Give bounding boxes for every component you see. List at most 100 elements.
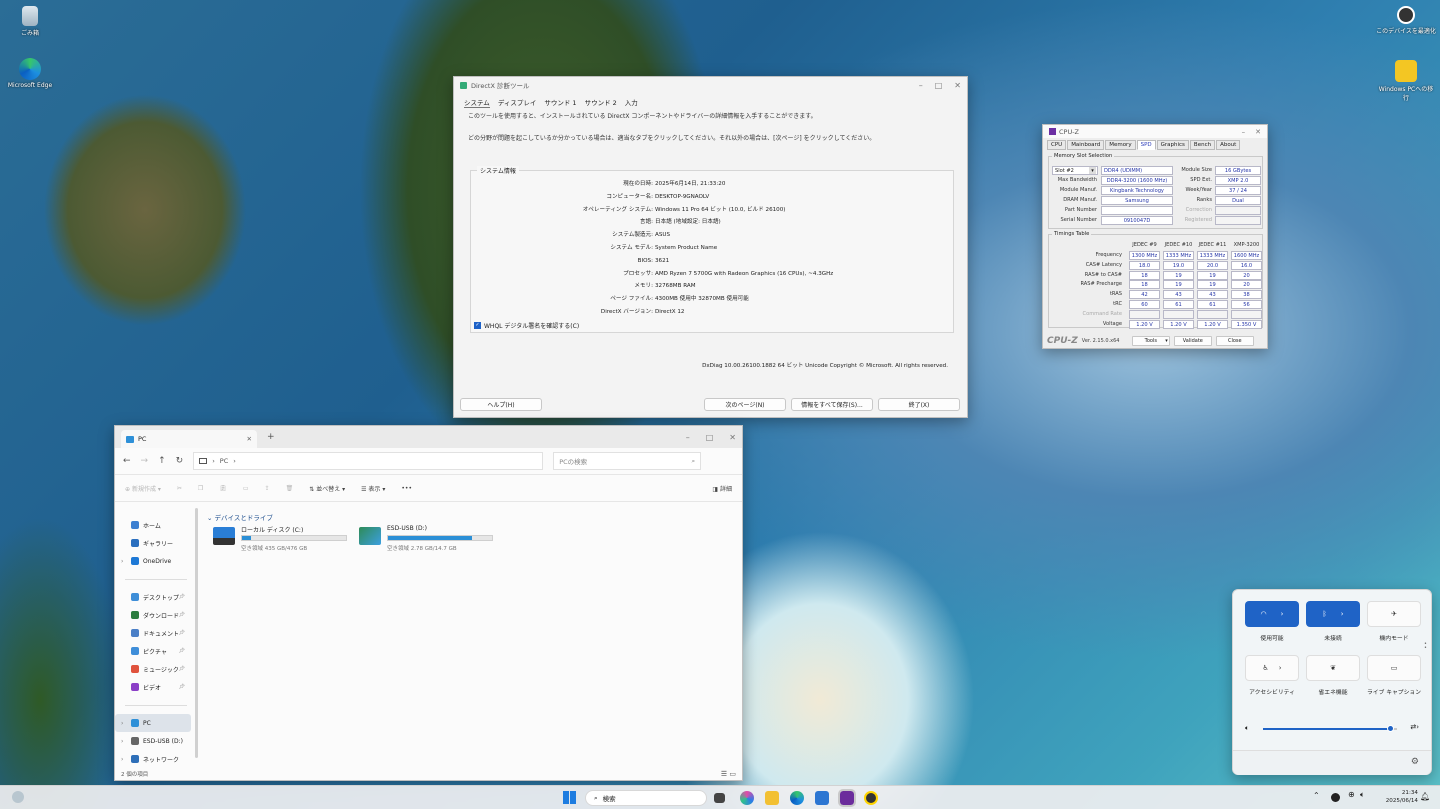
chevron-right-icon[interactable]: › xyxy=(121,720,123,727)
minimize-icon[interactable]: – xyxy=(686,433,690,442)
audio-output-icon[interactable]: ⇄› xyxy=(1410,723,1419,731)
chevron-right-icon[interactable]: › xyxy=(121,756,123,763)
view-button[interactable]: ☰ 表示 ▾ xyxy=(361,484,385,493)
tab-input[interactable]: 入力 xyxy=(625,97,638,108)
widgets-icon[interactable] xyxy=(12,791,24,803)
cpuz-taskbar-icon[interactable] xyxy=(838,789,856,807)
forward-icon[interactable]: → xyxy=(141,456,149,466)
chevron-right-icon[interactable]: › xyxy=(1281,610,1284,618)
chevron-right-icon[interactable]: › xyxy=(1279,664,1282,672)
close-button[interactable]: Close xyxy=(1215,336,1254,346)
chevron-right-icon[interactable]: › xyxy=(1341,610,1344,618)
copilot-icon[interactable] xyxy=(740,791,754,805)
live-caption-toggle[interactable]: ▭ xyxy=(1367,655,1421,681)
sidebar-item[interactable]: ホーム xyxy=(115,516,191,534)
new-button[interactable]: ⊕ 新規作成 ▾ xyxy=(125,484,161,493)
sidebar-item[interactable]: ミュージック 📌︎ xyxy=(115,660,191,678)
pin-icon[interactable]: 📌︎ xyxy=(179,594,185,600)
close-icon[interactable]: ✕ xyxy=(729,433,736,442)
slot-select[interactable]: Slot #2 ▾ xyxy=(1052,166,1098,175)
volume-slider[interactable] xyxy=(1263,725,1397,732)
chevron-right-icon[interactable]: › xyxy=(121,738,123,745)
network-icon[interactable]: ⊕ xyxy=(1348,790,1355,799)
tab-sound1[interactable]: サウンド 1 xyxy=(544,97,576,108)
cut-icon[interactable]: ✂ xyxy=(177,485,182,492)
tab-system[interactable]: システム xyxy=(464,97,490,108)
desktop-icon-migration[interactable]: Windows PCへの移行 xyxy=(1376,60,1436,102)
sidebar-item[interactable]: ギャラリー xyxy=(115,534,191,552)
sidebar-item[interactable]: › PC xyxy=(115,714,191,732)
back-icon[interactable]: ← xyxy=(123,456,131,466)
gear-icon[interactable]: ⚙ xyxy=(1411,757,1419,767)
devices-section-header[interactable]: ⌄ デバイスとドライブ xyxy=(207,512,273,522)
help-button[interactable]: ヘルプ(H) xyxy=(460,398,542,411)
desktop-icon-device[interactable]: このデバイスを最適化 xyxy=(1376,6,1436,35)
next-page-button[interactable]: 次のページ(N) xyxy=(704,398,786,411)
drive-tile[interactable]: ローカル ディスク (C:) 空き領域 435 GB/476 GB xyxy=(213,525,353,555)
pin-icon[interactable]: 📌︎ xyxy=(179,684,185,690)
security-icon[interactable] xyxy=(1331,793,1340,802)
bluetooth-toggle[interactable]: ᛒ › xyxy=(1306,601,1360,627)
store-icon[interactable] xyxy=(815,791,829,805)
sort-button[interactable]: ⇅ 並べ替え ▾ xyxy=(309,484,345,493)
save-all-button[interactable]: 情報をすべて保存(S)... xyxy=(791,398,873,411)
minimize-icon[interactable]: – xyxy=(1242,128,1246,136)
chevron-up-icon[interactable]: ⌃ xyxy=(1313,791,1320,800)
file-explorer-icon[interactable] xyxy=(765,791,779,805)
drive-tile[interactable]: ESD-USB (D:) 空き領域 2.78 GB/14.7 GB xyxy=(359,525,499,555)
paste-icon[interactable]: 📋︎ xyxy=(219,485,227,492)
view-toggle[interactable]: ☰ ▭ xyxy=(721,770,736,778)
list-view-icon[interactable]: ☰ xyxy=(721,770,727,778)
desktop-icon-recycle-bin[interactable]: ごみ箱 xyxy=(0,6,60,37)
sidebar-item[interactable]: › ネットワーク xyxy=(115,750,191,768)
tools-button[interactable]: Tools ▾ xyxy=(1131,336,1170,346)
whql-checkbox-row[interactable]: ✓ WHQL デジタル署名を確認する(C) xyxy=(474,321,579,330)
sidebar-item[interactable]: ダウンロード 📌︎ xyxy=(115,606,191,624)
checkbox-checked-icon[interactable]: ✓ xyxy=(474,322,481,329)
rename-icon[interactable]: ▭ xyxy=(243,485,249,492)
edge-icon[interactable] xyxy=(790,791,804,805)
explorer-tab-pc[interactable]: PC ✕ xyxy=(121,430,257,448)
share-icon[interactable]: ⇪ xyxy=(265,485,270,492)
clock[interactable]: 21:34 2025/06/14 xyxy=(1378,789,1418,805)
sidebar-item[interactable]: ピクチャ 📌︎ xyxy=(115,642,191,660)
wifi-toggle[interactable]: ◠ › xyxy=(1245,601,1299,627)
energy-saver-toggle[interactable]: ❦ xyxy=(1306,655,1360,681)
task-view-icon[interactable] xyxy=(714,793,725,803)
pin-icon[interactable]: 📌︎ xyxy=(179,630,185,636)
search-input[interactable]: PCの検索 ⌕ xyxy=(553,452,702,470)
delete-icon[interactable]: 🗑︎ xyxy=(286,485,294,492)
exit-button[interactable]: 終了(X) xyxy=(878,398,960,411)
airplane-toggle[interactable]: ✈ xyxy=(1367,601,1421,627)
validate-button[interactable]: Validate xyxy=(1173,336,1212,346)
chevron-right-icon[interactable]: › xyxy=(121,558,123,565)
dxdiag-taskbar-icon[interactable] xyxy=(864,791,878,805)
sidebar-item[interactable]: ビデオ 📌︎ xyxy=(115,678,191,696)
sidebar-item[interactable]: › ESD-USB (D:) xyxy=(115,732,191,750)
details-button[interactable]: ◨ 詳細 xyxy=(712,484,732,493)
refresh-icon[interactable]: ↻ xyxy=(176,456,184,466)
tab-cpu[interactable]: CPU xyxy=(1047,140,1067,150)
new-tab-icon[interactable]: + xyxy=(267,432,275,442)
tab-sound2[interactable]: サウンド 2 xyxy=(585,97,617,108)
close-icon[interactable]: ✕ xyxy=(954,81,961,90)
tab-graphics[interactable]: Graphics xyxy=(1156,140,1189,150)
close-tab-icon[interactable]: ✕ xyxy=(247,435,252,443)
sidebar-scrollbar[interactable] xyxy=(195,508,198,758)
tab-display[interactable]: ディスプレイ xyxy=(498,97,537,108)
volume-icon[interactable]: 🔈︎ xyxy=(1360,790,1365,800)
volume-icon[interactable]: 🔈︎ xyxy=(1245,724,1249,733)
tab-memory[interactable]: Memory xyxy=(1105,140,1136,150)
maximize-icon[interactable]: □ xyxy=(935,81,943,90)
address-bar[interactable]: › PC › xyxy=(193,452,544,470)
sidebar-item[interactable]: › OneDrive xyxy=(115,552,191,570)
sidebar-item[interactable]: ドキュメント 📌︎ xyxy=(115,624,191,642)
start-icon[interactable] xyxy=(563,791,576,804)
desktop-icon-edge[interactable]: Microsoft Edge xyxy=(0,58,60,89)
pin-icon[interactable]: 📌︎ xyxy=(179,648,185,654)
tab-spd[interactable]: SPD xyxy=(1136,140,1156,150)
pin-icon[interactable]: 📌︎ xyxy=(179,666,185,672)
dxdiag-titlebar[interactable]: DirectX 診断ツール – □ ✕ xyxy=(454,77,967,93)
accessibility-toggle[interactable]: ♿︎ › xyxy=(1245,655,1299,681)
close-icon[interactable]: ✕ xyxy=(1255,128,1261,136)
